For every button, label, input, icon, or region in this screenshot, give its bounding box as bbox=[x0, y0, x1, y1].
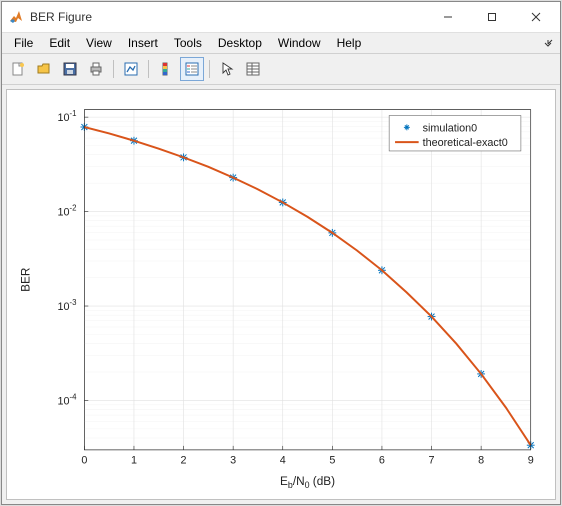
svg-text:BER: BER bbox=[19, 268, 32, 292]
matlab-icon bbox=[8, 9, 24, 25]
insert-legend-button[interactable] bbox=[180, 57, 204, 81]
new-figure-button[interactable] bbox=[6, 57, 30, 81]
svg-text:Eb/N0 (dB): Eb/N0 (dB) bbox=[280, 475, 335, 490]
app-window: BER Figure File Edit View Insert Tools D… bbox=[1, 1, 561, 505]
legend-entry-1: theoretical-exact0 bbox=[423, 137, 508, 149]
svg-text:4: 4 bbox=[280, 455, 286, 467]
menu-tools[interactable]: Tools bbox=[166, 35, 210, 51]
menu-help[interactable]: Help bbox=[329, 35, 370, 51]
svg-text:10-4: 10-4 bbox=[57, 392, 77, 407]
window-title: BER Figure bbox=[30, 10, 426, 24]
menu-insert[interactable]: Insert bbox=[120, 35, 166, 51]
menu-file[interactable]: File bbox=[6, 35, 41, 51]
menu-edit[interactable]: Edit bbox=[41, 35, 78, 51]
svg-text:10-1: 10-1 bbox=[57, 109, 76, 124]
svg-text:6: 6 bbox=[379, 455, 385, 467]
open-file-button[interactable] bbox=[32, 57, 56, 81]
svg-text:2: 2 bbox=[181, 455, 187, 467]
ber-axes: 0 1 2 3 4 5 6 7 8 9 10-4 10-3 10-2 10-1 Eb/N0 (dB) BER s… bbox=[7, 90, 555, 499]
menu-window[interactable]: Window bbox=[270, 35, 329, 51]
print-figure-button[interactable] bbox=[84, 57, 108, 81]
legend-entry-0: simulation0 bbox=[423, 122, 478, 134]
minimize-button[interactable] bbox=[426, 3, 470, 31]
toolbar-separator bbox=[148, 60, 149, 78]
svg-text:7: 7 bbox=[429, 455, 435, 467]
menu-view[interactable]: View bbox=[78, 35, 120, 51]
edit-plot-button[interactable] bbox=[215, 57, 239, 81]
svg-text:5: 5 bbox=[329, 455, 335, 467]
toolbar-separator bbox=[113, 60, 114, 78]
svg-text:9: 9 bbox=[528, 455, 534, 467]
property-inspector-button[interactable] bbox=[241, 57, 265, 81]
toolbar-dropdown-icon[interactable] bbox=[540, 35, 556, 51]
titlebar: BER Figure bbox=[2, 2, 560, 33]
menu-bar: File Edit View Insert Tools Desktop Wind… bbox=[2, 33, 560, 53]
svg-text:10-2: 10-2 bbox=[57, 204, 76, 219]
save-figure-button[interactable] bbox=[58, 57, 82, 81]
toolbar bbox=[2, 53, 560, 85]
close-button[interactable] bbox=[514, 3, 558, 31]
toolbar-separator bbox=[209, 60, 210, 78]
svg-text:10-3: 10-3 bbox=[57, 298, 77, 313]
insert-colorbar-button[interactable] bbox=[154, 57, 178, 81]
maximize-button[interactable] bbox=[470, 3, 514, 31]
link-plot-button[interactable] bbox=[119, 57, 143, 81]
svg-text:8: 8 bbox=[478, 455, 484, 467]
figure-canvas[interactable]: 0 1 2 3 4 5 6 7 8 9 10-4 10-3 10-2 10-1 Eb/N0 (dB) BER s… bbox=[6, 89, 556, 500]
svg-text:0: 0 bbox=[81, 455, 87, 467]
svg-text:3: 3 bbox=[230, 455, 236, 467]
svg-text:1: 1 bbox=[131, 455, 137, 467]
menu-desktop[interactable]: Desktop bbox=[210, 35, 270, 51]
